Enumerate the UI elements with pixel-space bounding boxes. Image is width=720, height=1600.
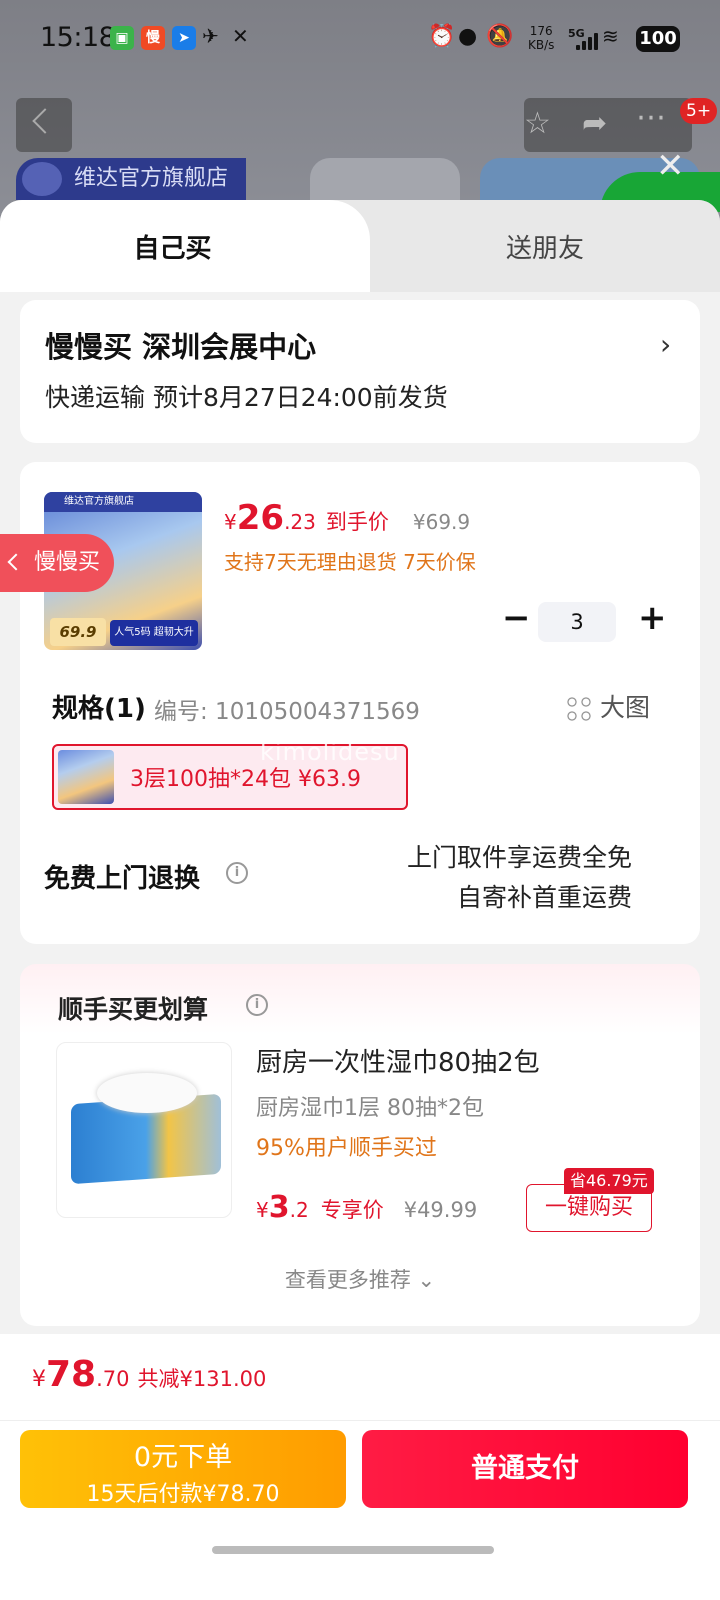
price-row: ¥26.23 到手价 ¥69.9 <box>224 498 470 538</box>
address-title: 慢慢买 深圳会展中心 <box>45 330 317 364</box>
share-icon[interactable]: ➦ <box>582 106 607 141</box>
info-icon[interactable]: i <box>246 994 268 1016</box>
alarm-icon: ⏰ <box>428 24 456 49</box>
price-integer: 26 <box>236 498 285 538</box>
big-view-button[interactable]: 大图 <box>566 688 650 724</box>
upsell-title: 顺手买更划算 <box>58 995 209 1024</box>
product-code: 编号: 10105004371569 <box>154 699 420 725</box>
network-speed: 176 KB/s <box>528 24 555 52</box>
app-icon: 慢 <box>141 26 165 50</box>
plus-icon[interactable]: + <box>638 598 667 638</box>
wipes-sheet-graphic <box>97 1073 197 1113</box>
upsell-price-decimal: .2 <box>289 1198 309 1222</box>
store-logo-icon <box>22 162 62 196</box>
big-view-label: 大图 <box>600 693 651 722</box>
back-arrow-icon <box>32 108 58 134</box>
upsell-price-integer: 3 <box>268 1190 290 1225</box>
upsell-original-price: ¥49.99 <box>403 1198 478 1222</box>
checkout-footer: ¥78.70 共减¥131.00 0元下单 15天后付款¥78.70 普通支付 <box>0 1334 720 1600</box>
more-icon[interactable]: ⋯ <box>636 100 666 135</box>
watermark: kimolidesu <box>260 738 400 766</box>
status-bar: 15:18 ▣ 慢 ➤ ✈ ✕ ⏰ ● 🔕 176 KB/s 5G ≋ 100 <box>0 0 720 80</box>
store-name: 维达官方旗舰店 <box>74 166 229 191</box>
price-label: 到手价 <box>325 510 389 534</box>
upsell-price-row: ¥3.2 专享价 ¥49.99 <box>256 1190 477 1225</box>
price-decimal: .23 <box>284 510 316 534</box>
battery-indicator: 100 <box>636 26 680 52</box>
original-price: ¥69.9 <box>412 510 471 534</box>
quantity-input[interactable]: 3 <box>538 602 616 642</box>
wechat-icon: ▣ <box>110 26 134 50</box>
product-preview-image <box>310 158 460 203</box>
mute-icon: 🔕 <box>486 24 514 49</box>
upsell-price-label: 专享价 <box>320 1198 384 1222</box>
product-card: 维达官方旗舰店 69.9 人气5码 超韧大升级 ¥26.23 到手价 ¥69.9 支… <box>20 462 700 944</box>
thumb-banner: 人气5码 超韧大升级 <box>110 620 198 664</box>
floating-tag-label: 慢慢买 <box>34 550 101 575</box>
close-icon[interactable]: ✕ <box>656 146 685 186</box>
free-return-title: 免费上门退换 <box>44 864 201 894</box>
see-more-recommendations[interactable]: 查看更多推荐 ⌄ <box>20 1264 700 1294</box>
info-icon[interactable]: i <box>226 862 248 884</box>
upsell-product-spec: 厨房湿巾1层 80抽*2包 <box>256 1096 484 1121</box>
free-return-line2: 自寄补首重运费 <box>456 883 632 912</box>
thumb-store-label: 维达官方旗舰店 <box>44 492 202 512</box>
currency-symbol: ¥ <box>32 1367 46 1392</box>
chevron-right-icon: › <box>660 328 672 361</box>
bird-icon: ✈ <box>202 24 219 48</box>
total-price: ¥78.70 共减¥131.00 <box>32 1354 266 1395</box>
currency-symbol: ¥ <box>256 1198 269 1222</box>
divider <box>0 1420 720 1421</box>
upsell-product-image[interactable] <box>56 1042 232 1218</box>
star-icon[interactable]: ☆ <box>524 106 551 141</box>
location-icon: ● <box>458 24 478 49</box>
tab-bar: 自己买 送朋友 <box>0 200 720 292</box>
total-discount: 共减¥131.00 <box>137 1367 267 1391</box>
top-toolbar: ☆ ➦ ⋯ <box>524 98 692 152</box>
tab-gift[interactable]: 送朋友 <box>370 228 720 265</box>
chevron-left-icon <box>7 553 25 571</box>
zero-down-order-button[interactable]: 0元下单 15天后付款¥78.70 <box>20 1430 346 1508</box>
upsell-stat: 95%用户顺手买过 <box>256 1136 437 1161</box>
savings-badge: 省46.79元 <box>564 1168 654 1194</box>
free-return-line1: 上门取件享运费全免 <box>406 843 632 872</box>
notification-badge: 5+ <box>680 98 718 124</box>
wifi-icon: ≋ <box>602 24 619 48</box>
purchase-sheet: 自己买 送朋友 慢慢买 深圳会展中心 快递运输 预计8月27日24:00前发货 … <box>0 200 720 1600</box>
grid-icon <box>566 696 592 722</box>
spec-title: 规格(1) <box>52 694 146 724</box>
person-icon: ✕ <box>232 24 249 48</box>
back-button[interactable] <box>16 98 72 152</box>
status-time: 15:18 <box>40 22 116 53</box>
total-decimal: .70 <box>96 1367 130 1391</box>
address-card[interactable]: 慢慢买 深圳会展中心 快递运输 预计8月27日24:00前发货 › <box>20 300 700 443</box>
normal-pay-button[interactable]: 普通支付 <box>362 1430 688 1508</box>
home-indicator[interactable] <box>212 1546 494 1554</box>
currency-symbol: ¥ <box>224 510 237 534</box>
zero-down-sublabel: 15天后付款¥78.70 <box>86 1482 280 1507</box>
tab-self-buy[interactable]: 自己买 <box>0 228 345 265</box>
thumb-price: 69.9 <box>50 618 106 646</box>
floating-tag[interactable]: 慢慢买 <box>0 534 114 592</box>
minus-icon[interactable]: − <box>502 598 531 638</box>
delivery-estimate: 快递运输 预计8月27日24:00前发货 <box>45 383 448 412</box>
upsell-card: 顺手买更划算 i 厨房一次性湿巾80抽2包 厨房湿巾1层 80抽*2包 95%用… <box>20 964 700 1326</box>
upsell-product-name[interactable]: 厨房一次性湿巾80抽2包 <box>256 1042 540 1079</box>
option-thumbnail <box>58 750 114 804</box>
signal-icon <box>576 32 598 50</box>
maps-icon: ➤ <box>172 26 196 50</box>
return-policy: 支持7天无理由退货 7天价保 <box>224 550 476 574</box>
zero-down-label: 0元下单 <box>133 1442 233 1473</box>
quantity-stepper: − 3 + <box>490 598 690 642</box>
total-integer: 78 <box>46 1354 97 1395</box>
store-name-chip[interactable]: 维达官方旗舰店 <box>16 158 246 200</box>
